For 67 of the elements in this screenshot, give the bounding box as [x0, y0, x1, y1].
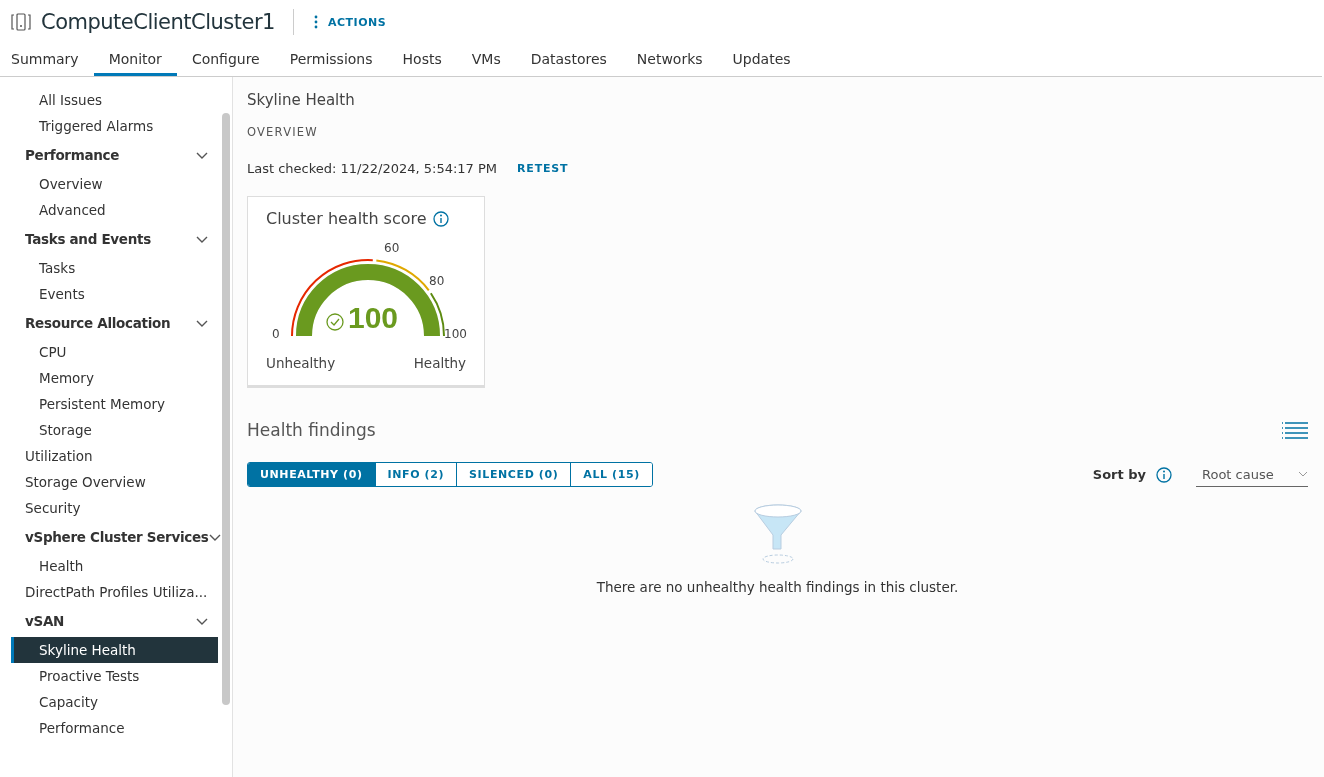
- sidebar-item[interactable]: Capacity: [0, 689, 218, 715]
- chevron-icon[interactable]: [196, 618, 208, 626]
- window-title: ComputeClientCluster1: [41, 10, 275, 34]
- sort-label: Sort by: [1092, 467, 1146, 482]
- section-title: Health findings: [247, 420, 376, 440]
- tab[interactable]: VMs: [456, 44, 516, 76]
- scale-high-label: Healthy: [413, 355, 466, 371]
- cluster-icon: [11, 13, 31, 31]
- chevron-icon[interactable]: [196, 320, 208, 328]
- gauge-tick-label: 80: [429, 274, 445, 288]
- sidebar-item[interactable]: Tasks: [0, 255, 218, 281]
- card-title: Cluster health score: [266, 209, 427, 228]
- empty-message: There are no unhealthy health findings in this cluster.: [596, 579, 959, 595]
- gauge-tick-label: 0: [272, 327, 280, 341]
- more-icon: [313, 15, 318, 29]
- scrollbar-thumb[interactable]: [222, 113, 230, 705]
- sidebar-item[interactable]: Advanced: [0, 197, 218, 223]
- sidebar-item[interactable]: DirectPath Profiles Utiliza...: [0, 579, 218, 605]
- sidebar-item[interactable]: Proactive Tests: [0, 663, 218, 689]
- sidebar-group[interactable]: vSphere Cluster Services: [0, 521, 218, 553]
- scale-low-label: Unhealthy: [266, 355, 336, 371]
- sidebar-item[interactable]: Persistent Memory: [0, 391, 218, 417]
- sidebar-group[interactable]: vSAN: [0, 605, 218, 637]
- sidebar-item[interactable]: Health: [0, 553, 218, 579]
- retest-button[interactable]: RETEST: [511, 161, 575, 176]
- sidebar-item[interactable]: CPU: [0, 339, 218, 365]
- sidebar-item[interactable]: Security: [0, 495, 218, 521]
- sidebar-item[interactable]: Memory: [0, 365, 218, 391]
- sidebar-item[interactable]: Performance: [0, 715, 218, 741]
- caret-icon: [1298, 471, 1308, 477]
- sidebar-item[interactable]: Utilization: [0, 443, 218, 469]
- tab[interactable]: Monitor: [93, 44, 177, 76]
- filter-tab[interactable]: ALL (15): [570, 463, 652, 486]
- sidebar-item[interactable]: Overview: [0, 171, 218, 197]
- info-icon[interactable]: [1156, 466, 1172, 483]
- check-icon: [326, 313, 344, 331]
- filter-tab[interactable]: UNHEALTHY (0): [248, 463, 375, 486]
- tab[interactable]: Datastores: [515, 44, 622, 76]
- page-title: Skyline Health: [247, 91, 356, 109]
- tab[interactable]: Hosts: [387, 44, 457, 76]
- chevron-icon[interactable]: [208, 534, 221, 542]
- gauge-tick-label: 100: [444, 327, 467, 341]
- actions-button[interactable]: ACTIONS: [313, 15, 387, 29]
- tab[interactable]: Summary: [0, 44, 94, 76]
- tab[interactable]: Networks: [621, 44, 718, 76]
- last-checked-text: Last checked: 11/22/2024, 5:54:17 PM: [247, 161, 498, 176]
- tab[interactable]: Permissions: [274, 44, 388, 76]
- gauge-tick-label: 60: [384, 241, 400, 255]
- sidebar-group[interactable]: Performance: [0, 139, 218, 171]
- sidebar-item[interactable]: Skyline Health: [11, 637, 218, 663]
- sidebar-group[interactable]: Resource Allocation: [0, 307, 218, 339]
- tab[interactable]: Configure: [176, 44, 275, 76]
- sidebar-item[interactable]: All Issues: [0, 87, 218, 113]
- sidebar-item[interactable]: Storage Overview: [0, 469, 218, 495]
- sort-dropdown[interactable]: Root cause: [1196, 462, 1308, 487]
- section-label: OVERVIEW: [247, 125, 319, 139]
- funnel-icon: [752, 503, 803, 565]
- sidebar-item[interactable]: Storage: [0, 417, 218, 443]
- sidebar-group[interactable]: Tasks and Events: [0, 223, 218, 255]
- sidebar-item[interactable]: Events: [0, 281, 218, 307]
- score-value: 100: [348, 303, 399, 333]
- tab[interactable]: Updates: [717, 44, 806, 76]
- chevron-icon[interactable]: [196, 236, 208, 244]
- list-view-icon[interactable]: [1282, 421, 1308, 439]
- sidebar-item[interactable]: Triggered Alarms: [0, 113, 218, 139]
- chevron-icon[interactable]: [196, 152, 208, 160]
- info-icon[interactable]: [432, 210, 449, 227]
